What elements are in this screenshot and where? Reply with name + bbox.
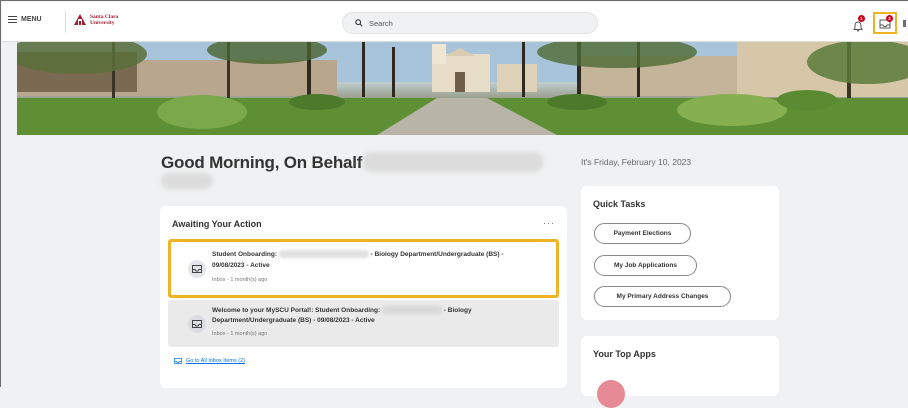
top-apps-card: Your Top Apps bbox=[581, 336, 779, 408]
redacted-student-name bbox=[278, 250, 369, 259]
header-divider bbox=[65, 11, 66, 33]
app-frame: MENU Santa Clara University Search 1 2 G… bbox=[0, 0, 908, 408]
notifications-button[interactable]: 1 bbox=[853, 15, 865, 37]
quick-tasks-title: Quick Tasks bbox=[593, 199, 646, 209]
top-bar: MENU Santa Clara University Search 1 2 bbox=[2, 2, 908, 42]
notification-badge: 1 bbox=[858, 15, 865, 22]
mission-logo-icon bbox=[74, 14, 86, 25]
greeting-heading: Good Morning, On Behalf of: bbox=[161, 153, 388, 172]
inbox-tray-icon bbox=[188, 260, 206, 278]
menu-label: MENU bbox=[21, 16, 42, 23]
item2-title-prefix: Welcome to your MySCU Portal!: Student O… bbox=[212, 307, 382, 314]
go-to-all-inbox-link[interactable]: Go to All Inbox Items (2) bbox=[174, 358, 245, 364]
top-apps-title: Your Top Apps bbox=[593, 349, 656, 359]
more-options-button[interactable]: ··· bbox=[543, 218, 555, 228]
logo-line2: University bbox=[90, 19, 115, 26]
awaiting-action-card: Awaiting Your Action ··· Student Onboard… bbox=[160, 206, 567, 388]
bell-icon bbox=[853, 21, 863, 32]
hamburger-icon bbox=[8, 16, 17, 23]
my-job-applications-button[interactable]: My Job Applications bbox=[594, 255, 697, 276]
item1-meta: Inbox - 1 month(s) ago bbox=[212, 277, 268, 283]
profile-edge[interactable] bbox=[903, 20, 906, 27]
redacted-name-continued bbox=[161, 173, 213, 189]
search-input[interactable]: Search bbox=[342, 12, 598, 34]
redacted-name bbox=[363, 152, 543, 172]
item2-meta: Inbox - 1 month(s) ago bbox=[212, 331, 268, 337]
awaiting-title: Awaiting Your Action bbox=[172, 219, 262, 229]
inbox-link-icon bbox=[174, 358, 182, 364]
inbox-tray-icon bbox=[188, 315, 206, 333]
logo-line1: Santa Clara bbox=[90, 13, 119, 20]
university-logo[interactable]: Santa Clara University bbox=[73, 13, 118, 26]
payment-elections-button[interactable]: Payment Elections bbox=[594, 223, 691, 244]
quick-tasks-card: Quick Tasks Payment Elections My Job App… bbox=[581, 186, 779, 320]
inbox-item-welcome-portal[interactable]: Welcome to your MySCU Portal!: Student O… bbox=[168, 300, 559, 347]
inbox-item-student-onboarding[interactable]: Student Onboarding: - Biology Department… bbox=[168, 239, 559, 298]
search-icon bbox=[355, 19, 363, 27]
inbox-badge: 2 bbox=[886, 15, 893, 22]
item2-title-suffix: - Biology bbox=[441, 307, 472, 314]
item1-title-line2: 09/08/2023 - Active bbox=[212, 262, 270, 269]
app-icon[interactable] bbox=[597, 380, 625, 408]
search-placeholder: Search bbox=[369, 18, 393, 28]
mission-church-illustration bbox=[17, 42, 908, 135]
item1-title-suffix: - Biology Department/Undergraduate (BS) … bbox=[368, 251, 504, 258]
redacted-student-name bbox=[381, 306, 442, 315]
item2-title-line2: Department/Undergraduate (BS) - 09/08/20… bbox=[212, 317, 375, 324]
campus-hero-image bbox=[17, 42, 908, 135]
item1-title-prefix: Student Onboarding: bbox=[212, 251, 279, 258]
go-to-all-label: Go to All Inbox Items (2) bbox=[186, 358, 245, 364]
my-primary-address-changes-button[interactable]: My Primary Address Changes bbox=[594, 286, 731, 307]
inbox-button[interactable]: 2 bbox=[873, 12, 897, 34]
menu-button[interactable]: MENU bbox=[8, 16, 42, 23]
current-date: It's Friday, February 10, 2023 bbox=[581, 157, 692, 167]
